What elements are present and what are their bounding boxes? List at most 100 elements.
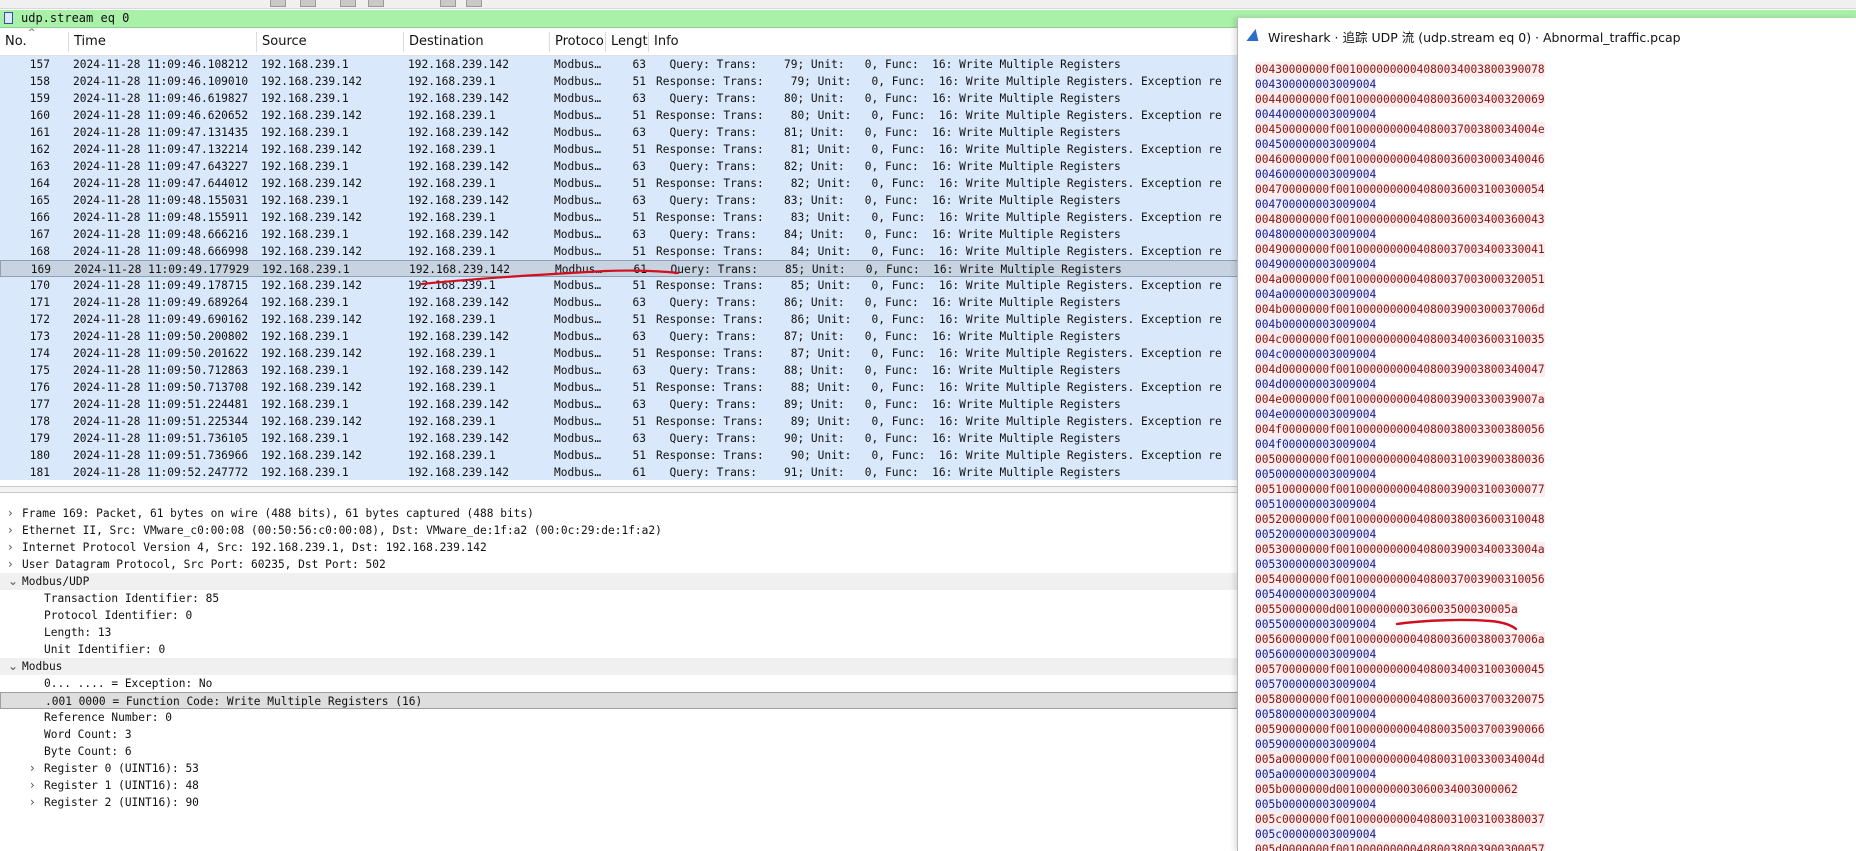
toolbar-button[interactable]: [270, 0, 286, 7]
cell-destination: 192.168.239.142: [408, 296, 510, 309]
collapsed-chevron-icon[interactable]: ›: [8, 522, 13, 539]
cell-no: 162: [29, 143, 50, 156]
packet-list[interactable]: ^ No. Time Source Destination Protoco Le…: [0, 28, 1246, 480]
detail-item[interactable]: Byte Count: 6: [0, 743, 1246, 760]
stream-line-client: 00490000000f0010000000004080037003400330…: [1255, 242, 1545, 257]
cell-time: 2024-11-28 11:09:50.201622: [73, 347, 249, 360]
packet-row[interactable]: 175 2024-11-28 11:09:50.712863 192.168.239…: [0, 362, 1246, 379]
column-header-time[interactable]: Time: [74, 34, 106, 49]
column-header-destination[interactable]: Destination: [409, 34, 484, 49]
cell-protocol: Modbus…: [554, 160, 602, 173]
cell-time: 2024-11-28 11:09:46.109010: [73, 75, 249, 88]
pane-splitter[interactable]: [0, 486, 1246, 493]
packet-row[interactable]: 176 2024-11-28 11:09:50.713708 192.168.239…: [0, 379, 1246, 396]
expanded-chevron-icon[interactable]: ⌄: [8, 658, 18, 675]
column-header-source[interactable]: Source: [262, 34, 307, 49]
detail-item[interactable]: › Internet Protocol Version 4, Src: 192.1…: [0, 539, 1246, 556]
packet-row[interactable]: 164 2024-11-28 11:09:47.644012 192.168.239…: [0, 175, 1246, 192]
packet-row[interactable]: 165 2024-11-28 11:09:48.155031 192.168.239…: [0, 192, 1246, 209]
detail-item[interactable]: › Register 2 (UINT16): 90: [0, 794, 1246, 811]
expanded-chevron-icon[interactable]: ⌄: [8, 573, 18, 590]
toolbar-button[interactable]: [340, 0, 356, 7]
cell-protocol: Modbus…: [554, 109, 602, 122]
display-filter-input[interactable]: udp.stream eq 0: [21, 11, 129, 25]
detail-item[interactable]: › Frame 169: Packet, 61 bytes on wire (48…: [0, 505, 1246, 522]
packet-row[interactable]: 163 2024-11-28 11:09:47.643227 192.168.239…: [0, 158, 1246, 175]
detail-item[interactable]: Unit Identifier: 0: [0, 641, 1246, 658]
detail-item[interactable]: Transaction Identifier: 85: [0, 590, 1246, 607]
packet-row[interactable]: 179 2024-11-28 11:09:51.736105 192.168.239…: [0, 430, 1246, 447]
cell-time: 2024-11-28 11:09:48.155911: [73, 211, 249, 224]
packet-row[interactable]: 161 2024-11-28 11:09:47.131435 192.168.239…: [0, 124, 1246, 141]
cell-protocol: Modbus…: [554, 449, 602, 462]
packet-row[interactable]: 160 2024-11-28 11:09:46.620652 192.168.239…: [0, 107, 1246, 124]
collapsed-chevron-icon[interactable]: ›: [30, 760, 35, 777]
detail-item[interactable]: › User Datagram Protocol, Src Port: 60235…: [0, 556, 1246, 573]
cell-source: 192.168.239.142: [261, 381, 363, 394]
stream-line-server: 005900000003009004: [1255, 737, 1377, 752]
cell-time: 2024-11-28 11:09:48.666998: [73, 245, 249, 258]
cell-protocol: Modbus…: [554, 364, 602, 377]
packet-row[interactable]: 168 2024-11-28 11:09:48.666998 192.168.239…: [0, 243, 1246, 260]
packet-row[interactable]: 181 2024-11-28 11:09:52.247772 192.168.239…: [0, 464, 1246, 480]
collapsed-chevron-icon[interactable]: ›: [8, 539, 13, 556]
detail-item[interactable]: ⌄ Modbus/UDP: [0, 573, 1246, 590]
detail-item[interactable]: Protocol Identifier: 0: [0, 607, 1246, 624]
packet-details-tree[interactable]: › Frame 169: Packet, 61 bytes on wire (48…: [0, 503, 1246, 851]
cell-protocol: Modbus…: [554, 398, 602, 411]
column-header-protocol[interactable]: Protoco: [555, 34, 604, 49]
detail-item[interactable]: Word Count: 3: [0, 726, 1246, 743]
cell-info: Response: Trans: 85; Unit: 0, Func: 16: …: [656, 279, 1222, 292]
packet-row[interactable]: 172 2024-11-28 11:09:49.690162 192.168.239…: [0, 311, 1246, 328]
collapsed-chevron-icon[interactable]: ›: [8, 505, 13, 522]
detail-item[interactable]: Length: 13: [0, 624, 1246, 641]
cell-destination: 192.168.239.1: [408, 211, 496, 224]
packet-row[interactable]: 158 2024-11-28 11:09:46.109010 192.168.239…: [0, 73, 1246, 90]
toolbar-button[interactable]: [368, 0, 384, 7]
packet-row[interactable]: 177 2024-11-28 11:09:51.224481 192.168.239…: [0, 396, 1246, 413]
detail-item[interactable]: › Ethernet II, Src: VMware_c0:00:08 (00:5…: [0, 522, 1246, 539]
column-header-length[interactable]: Lengt: [611, 34, 648, 49]
stream-content[interactable]: 00430000000f0010000000004080034003800390…: [1238, 62, 1856, 851]
stream-line-client: 00450000000f0010000000004080037003800340…: [1255, 122, 1545, 137]
stream-line-client: 00570000000f0010000000004080034003100300…: [1255, 662, 1545, 677]
follow-stream-titlebar[interactable]: Wireshark · 追踪 UDP 流 (udp.stream eq 0) ·…: [1238, 18, 1856, 54]
packet-row[interactable]: 167 2024-11-28 11:09:48.666216 192.168.239…: [0, 226, 1246, 243]
collapsed-chevron-icon[interactable]: ›: [30, 777, 35, 794]
stream-line-client: 00580000000f0010000000004080036003700320…: [1255, 692, 1545, 707]
packet-row[interactable]: 171 2024-11-28 11:09:49.689264 192.168.239…: [0, 294, 1246, 311]
cell-length: 63: [632, 58, 646, 71]
cell-info: Query: Trans: 80; Unit: 0, Func: 16: Wri…: [656, 92, 1121, 105]
collapsed-chevron-icon[interactable]: ›: [8, 556, 13, 573]
cell-destination: 192.168.239.1: [408, 313, 496, 326]
cell-protocol: Modbus…: [554, 245, 602, 258]
cell-length: 51: [632, 211, 646, 224]
toolbar-button[interactable]: [300, 0, 316, 7]
bookmark-icon[interactable]: [4, 12, 13, 24]
packet-row[interactable]: 166 2024-11-28 11:09:48.155911 192.168.239…: [0, 209, 1246, 226]
packet-row[interactable]: 170 2024-11-28 11:09:49.178715 192.168.239…: [0, 277, 1246, 294]
packet-row[interactable]: 178 2024-11-28 11:09:51.225344 192.168.239…: [0, 413, 1246, 430]
cell-source: 192.168.239.1: [261, 296, 349, 309]
packet-row[interactable]: 174 2024-11-28 11:09:50.201622 192.168.239…: [0, 345, 1246, 362]
detail-item[interactable]: › Register 1 (UINT16): 48: [0, 777, 1246, 794]
detail-item-selected[interactable]: .001 0000 = Function Code: Write Multipl…: [0, 692, 1246, 709]
detail-item[interactable]: ⌄ Modbus: [0, 658, 1246, 675]
column-header-info[interactable]: Info: [654, 34, 679, 49]
collapsed-chevron-icon[interactable]: ›: [30, 794, 35, 811]
detail-item[interactable]: Reference Number: 0: [0, 709, 1246, 726]
toolbar-button[interactable]: [440, 0, 456, 7]
packet-row[interactable]: 180 2024-11-28 11:09:51.736966 192.168.239…: [0, 447, 1246, 464]
column-header-no[interactable]: No.: [5, 34, 27, 49]
packet-row[interactable]: 162 2024-11-28 11:09:47.132214 192.168.239…: [0, 141, 1246, 158]
packet-row[interactable]: 159 2024-11-28 11:09:46.619827 192.168.239…: [0, 90, 1246, 107]
packet-row[interactable]: 157 2024-11-28 11:09:46.108212 192.168.239…: [0, 56, 1246, 73]
stream-line-client: 00520000000f0010000000004080038003600310…: [1255, 512, 1545, 527]
packet-row-selected[interactable]: 169 2024-11-28 11:09:49.177929 192.168.239…: [0, 260, 1246, 277]
stream-line-client: 004e0000000f0010000000004080039003300390…: [1255, 392, 1545, 407]
cell-info: Response: Trans: 90; Unit: 0, Func: 16: …: [656, 449, 1222, 462]
packet-row[interactable]: 173 2024-11-28 11:09:50.200802 192.168.239…: [0, 328, 1246, 345]
detail-item[interactable]: › Register 0 (UINT16): 53: [0, 760, 1246, 777]
toolbar-button[interactable]: [466, 0, 482, 7]
detail-item[interactable]: 0... .... = Exception: No: [0, 675, 1246, 692]
